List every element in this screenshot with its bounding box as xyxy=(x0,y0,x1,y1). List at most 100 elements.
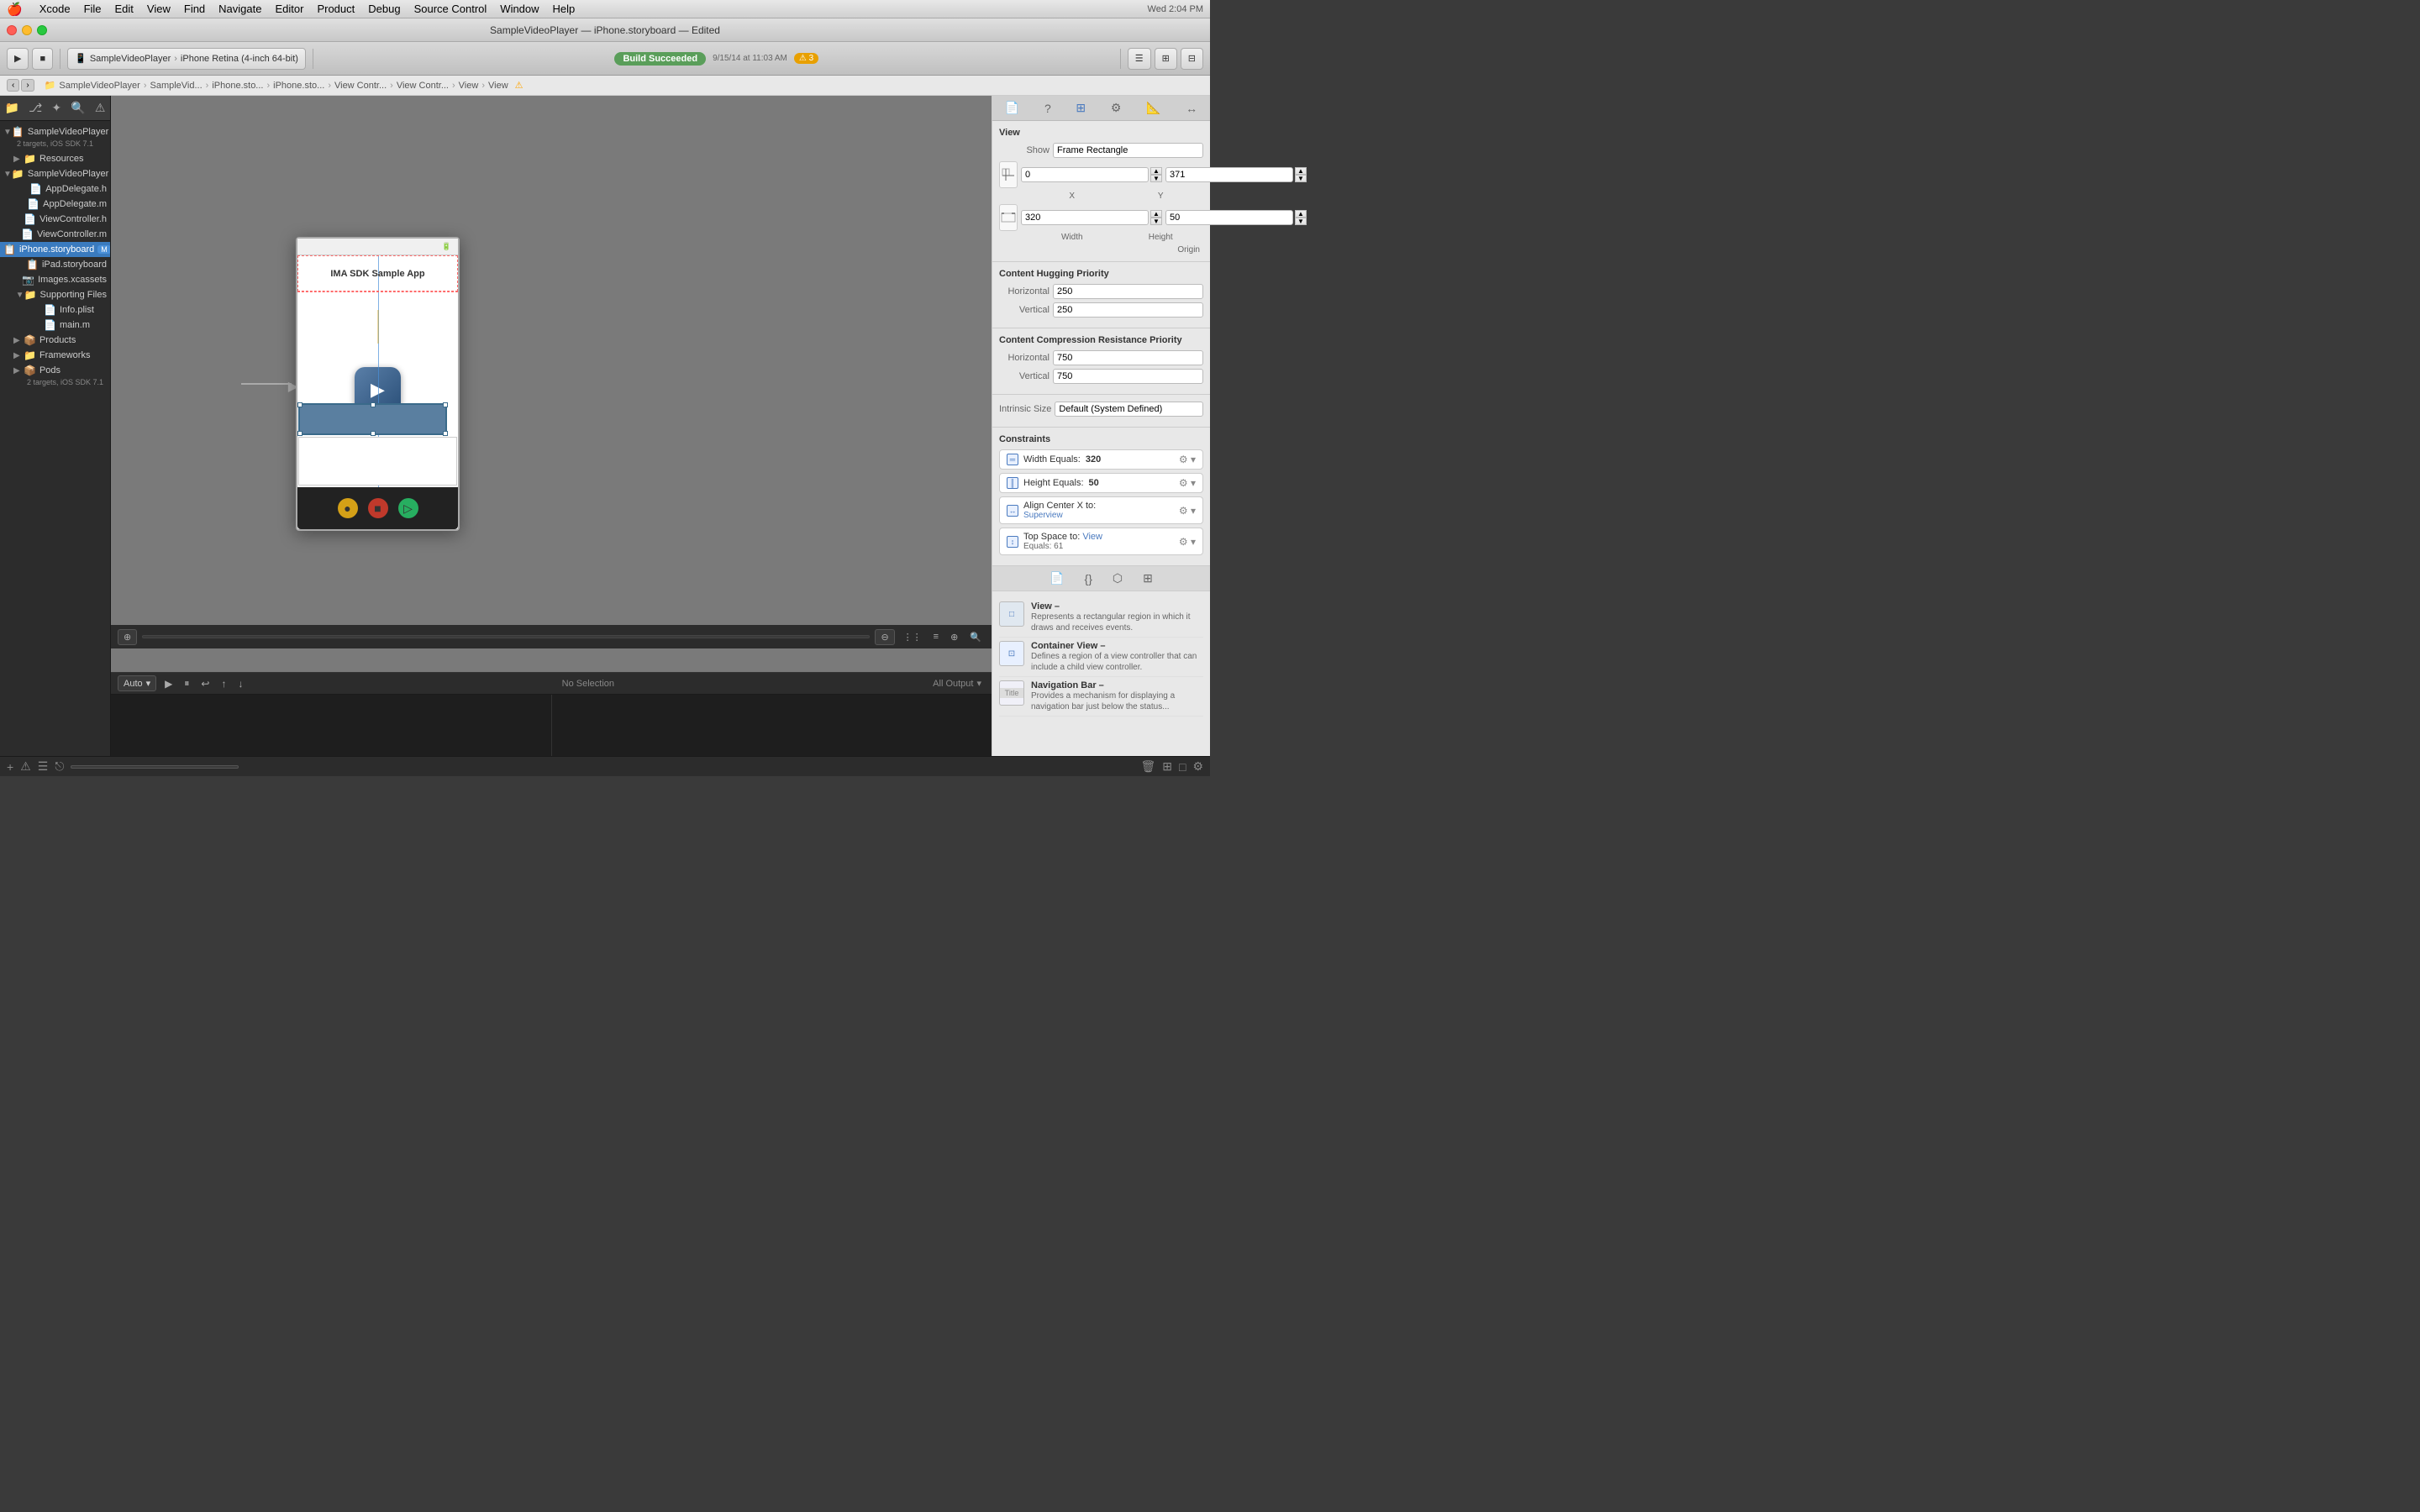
debug-step-btn[interactable]: ↩ xyxy=(197,676,213,691)
grid-icon-bottom[interactable]: ⊞ xyxy=(1139,568,1156,589)
run-button[interactable]: ▶ xyxy=(7,48,29,70)
tree-item-viewcontroller-m[interactable]: 📄 ViewController.m xyxy=(0,227,110,242)
y-decrement[interactable]: ▼ xyxy=(1295,175,1307,182)
disclosure-resources[interactable]: ▶ xyxy=(13,155,24,164)
constraint-width-gear[interactable]: ⚙ ▾ xyxy=(1179,454,1196,465)
file-inspector-icon[interactable]: 📄 xyxy=(1002,97,1023,118)
minimize-button[interactable] xyxy=(22,25,32,35)
menu-navigate[interactable]: Navigate xyxy=(218,3,261,15)
tree-item-info-plist[interactable]: 📄 Info.plist xyxy=(0,302,110,318)
y-increment[interactable]: ▲ xyxy=(1295,167,1307,175)
x-decrement[interactable]: ▼ xyxy=(1150,175,1162,182)
object-item-navbar[interactable]: Title Navigation Bar – Provides a mechan… xyxy=(999,677,1203,717)
sidebar-icon-folder[interactable]: 📁 xyxy=(2,97,23,118)
file-icon-bottom[interactable]: 📄 xyxy=(1046,568,1067,589)
constraint-center-x-gear[interactable]: ⚙ ▾ xyxy=(1179,505,1196,517)
disclosure-products[interactable]: ▶ xyxy=(13,336,24,345)
object-item-container[interactable]: ⊡ Container View – Defines a region of a… xyxy=(999,638,1203,677)
y-input[interactable] xyxy=(1165,167,1293,182)
quick-help-icon[interactable]: ? xyxy=(1041,98,1055,118)
menu-source-control[interactable]: Source Control xyxy=(414,3,487,15)
zoom-control[interactable]: ⊕ xyxy=(118,629,137,645)
tree-item-main-m[interactable]: 📄 main.m xyxy=(0,318,110,333)
sidebar-icon-search[interactable]: 🔍 xyxy=(67,97,88,118)
breadcrumb-item-1[interactable]: 📁SampleVideoPlayer xyxy=(45,80,140,91)
tree-item-resources[interactable]: ▶ 📁 Resources xyxy=(0,151,110,166)
handle-tl[interactable] xyxy=(297,402,302,407)
connections-inspector-icon[interactable]: ↔ xyxy=(1182,98,1201,118)
breadcrumb-item-5[interactable]: View Contr... xyxy=(334,81,387,91)
toolbar-icon-red[interactable]: ■ xyxy=(368,498,388,518)
menu-view[interactable]: View xyxy=(147,3,171,15)
debug-down-btn[interactable]: ↓ xyxy=(234,676,246,691)
attribute-inspector-icon[interactable]: ⚙ xyxy=(1107,97,1125,118)
menu-help[interactable]: Help xyxy=(553,3,576,15)
menu-edit[interactable]: Edit xyxy=(115,3,134,15)
sidebar-icon-issues[interactable]: ⚠ xyxy=(92,97,109,118)
settings-icon[interactable]: ⚙ xyxy=(1192,759,1203,774)
w-increment[interactable]: ▲ xyxy=(1150,210,1162,218)
stop-button[interactable]: ■ xyxy=(32,48,53,70)
filter-icon[interactable]: ☰ xyxy=(38,759,49,774)
menu-xcode[interactable]: Xcode xyxy=(39,3,71,15)
tree-item-svp-group[interactable]: ▼ 📁 SampleVideoPlayer xyxy=(0,166,110,181)
layout-split-icon[interactable]: ⊞ xyxy=(1162,759,1172,774)
storyboard-canvas[interactable]: ▶ 🔋 IMA SDK Sample App xyxy=(111,96,992,672)
breadcrumb-item-4[interactable]: iPhone.sto... xyxy=(273,81,324,91)
breadcrumb-item-8[interactable]: View xyxy=(488,81,508,91)
x-increment[interactable]: ▲ xyxy=(1150,167,1162,175)
layout-single-icon[interactable]: □ xyxy=(1179,760,1186,774)
status-zoom-bar[interactable] xyxy=(71,765,239,769)
equal-btn[interactable]: ≡ xyxy=(930,630,942,643)
menu-find[interactable]: Find xyxy=(184,3,205,15)
size-inspector-icon[interactable]: 📐 xyxy=(1143,97,1164,118)
toolbar-icon-yellow[interactable]: ● xyxy=(338,498,358,518)
warning-icon[interactable]: ⚠ xyxy=(20,759,31,774)
nav-back[interactable]: ‹ xyxy=(7,79,19,92)
menu-window[interactable]: Window xyxy=(500,3,539,15)
disclosure-pods[interactable]: ▶ xyxy=(13,366,24,375)
tree-item-images[interactable]: 📷 Images.xcassets xyxy=(0,272,110,287)
output-selector[interactable]: All Output ▾ xyxy=(929,678,985,689)
tree-item-ipad-storyboard[interactable]: 📋 iPad.storyboard xyxy=(0,257,110,272)
sidebar-icon-symbol[interactable]: ✦ xyxy=(48,97,65,118)
cube-icon-bottom[interactable]: ⬡ xyxy=(1109,568,1126,589)
tree-item-supporting[interactable]: ▼ 📁 Supporting Files xyxy=(0,287,110,302)
search-canvas-btn[interactable]: 🔍 xyxy=(966,630,985,644)
disclosure-project[interactable]: ▼ xyxy=(3,128,12,137)
menu-product[interactable]: Product xyxy=(317,3,355,15)
height-input[interactable] xyxy=(1165,210,1293,225)
handle-bm[interactable] xyxy=(371,431,376,436)
code-icon-bottom[interactable]: {} xyxy=(1081,569,1096,589)
version-btn[interactable]: ⊟ xyxy=(1181,48,1203,70)
comp-horiz-select[interactable]: 750 xyxy=(1053,350,1203,365)
tree-item-project[interactable]: ▼ 📋 SampleVideoPlayer xyxy=(0,124,110,139)
debug-up-btn[interactable]: ↑ xyxy=(218,676,229,691)
plus-icon[interactable]: + xyxy=(7,760,13,774)
debug-play-btn[interactable]: ▶ xyxy=(161,676,176,691)
tree-item-appdelegate-h[interactable]: 📄 AppDelegate.h xyxy=(0,181,110,197)
breadcrumb-item-6[interactable]: View Contr... xyxy=(397,81,449,91)
apple-menu[interactable]: 🍎 xyxy=(7,2,23,17)
tree-item-appdelegate-m[interactable]: 📄 AppDelegate.m xyxy=(0,197,110,212)
object-item-view[interactable]: □ View – Represents a rectangular region… xyxy=(999,598,1203,638)
handle-tm[interactable] xyxy=(371,402,376,407)
menu-debug[interactable]: Debug xyxy=(368,3,400,15)
intrinsic-select[interactable]: Default (System Defined) xyxy=(1055,402,1203,417)
tree-item-pods[interactable]: ▶ 📦 Pods xyxy=(0,363,110,378)
menu-editor[interactable]: Editor xyxy=(275,3,303,15)
fit-btn[interactable]: ⋮⋮ xyxy=(900,630,925,644)
scheme-selector[interactable]: 📱 SampleVideoPlayer › iPhone Retina (4-i… xyxy=(67,48,306,70)
horiz-hugging-select[interactable]: 250 xyxy=(1053,284,1203,299)
breadcrumb-item-2[interactable]: SampleVid... xyxy=(150,81,202,91)
constraint-top-space-gear[interactable]: ⚙ ▾ xyxy=(1179,536,1196,548)
auto-btn[interactable]: Auto ▾ xyxy=(118,675,156,691)
disclosure-frameworks[interactable]: ▶ xyxy=(13,351,24,360)
w-decrement[interactable]: ▼ xyxy=(1150,218,1162,225)
disclosure-supporting[interactable]: ▼ xyxy=(16,291,24,300)
close-button[interactable] xyxy=(7,25,17,35)
indent-icon[interactable]: ⎋ xyxy=(55,759,64,774)
width-input[interactable] xyxy=(1021,210,1149,225)
expand-btn[interactable]: ⊕ xyxy=(947,630,961,644)
breadcrumb-item-7[interactable]: View xyxy=(459,81,479,91)
